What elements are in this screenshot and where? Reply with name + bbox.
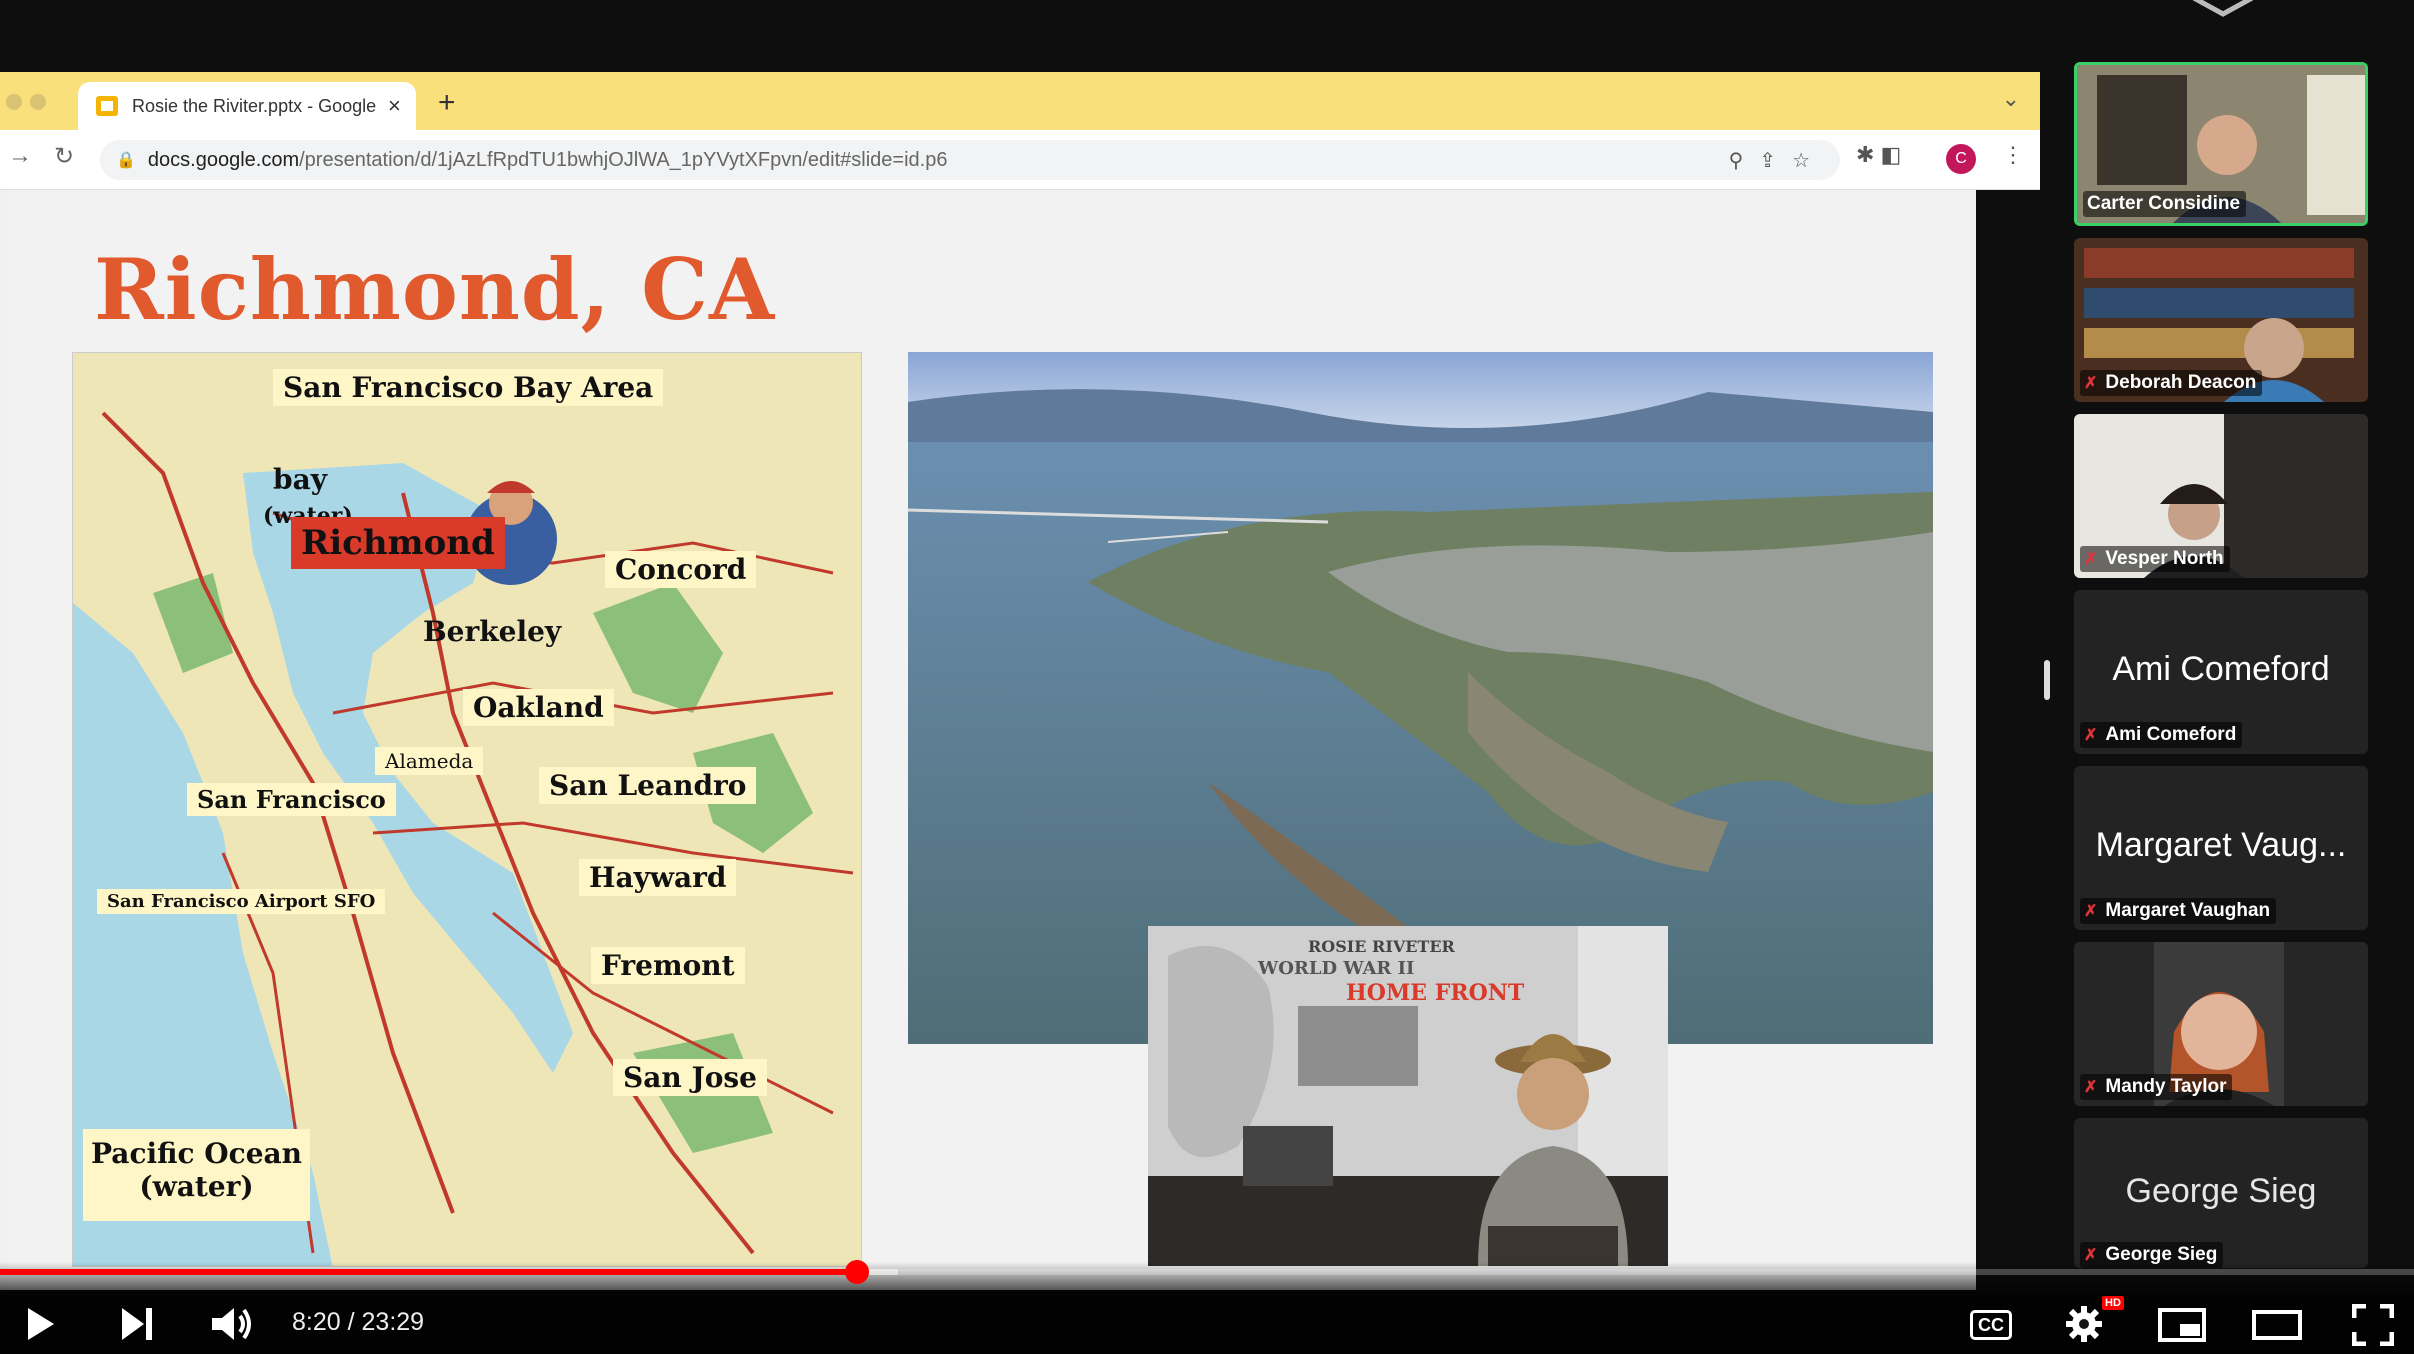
zoom-icon[interactable]: ⚲	[1729, 150, 1760, 172]
participant-tile[interactable]: Carter Considine	[2074, 62, 2368, 226]
participant-display-name: George Sieg	[2125, 1172, 2317, 1210]
muted-mic-icon: ✗	[2084, 1079, 2098, 1096]
participant-name-label: Carter Considine	[2083, 191, 2247, 217]
map-label-bay-area: San Francisco Bay Area	[273, 369, 664, 406]
slide-title: Richmond, CA	[94, 240, 776, 339]
participant-tile[interactable]: George Sieg ✗ George Sieg	[2074, 1118, 2368, 1268]
screen: Rosie the Riviter.pptx - Google × + ⌄ → …	[0, 0, 2414, 1354]
browser-window: Rosie the Riviter.pptx - Google × + ⌄ → …	[0, 72, 2040, 190]
panel-resize-handle[interactable]	[2044, 660, 2050, 700]
extensions-puzzle-icon[interactable]: ✱ ◧	[1856, 142, 1901, 168]
participant-tile[interactable]: ✗ Mandy Taylor	[2074, 942, 2368, 1106]
map-label-berkeley: Berkeley	[423, 615, 562, 648]
map-label-pacific-water: (water)	[139, 1170, 254, 1203]
map-label-oakland: Oakland	[463, 689, 614, 726]
participant-name-label: ✗ Mandy Taylor	[2080, 1074, 2233, 1100]
muted-mic-icon: ✗	[2084, 727, 2098, 744]
sign-line-2: WORLD WAR II	[1257, 958, 1414, 979]
scrubber-handle[interactable]	[845, 1260, 869, 1284]
muted-mic-icon: ✗	[2084, 903, 2098, 920]
reload-icon[interactable]: ↻	[54, 142, 74, 171]
slide: Richmond, CA San Francisco Bay Area bay …	[8, 190, 1976, 1290]
map-label-san-leandro: San Leandro	[539, 767, 757, 804]
muted-mic-icon: ✗	[2084, 551, 2098, 568]
profile-avatar[interactable]: C	[1946, 144, 1976, 174]
sign-line-3: HOME FRONT	[1346, 980, 1525, 1006]
forward-icon[interactable]: →	[8, 142, 32, 170]
play-icon[interactable]	[20, 1304, 60, 1344]
browser-tab[interactable]: Rosie the Riviter.pptx - Google ×	[78, 82, 416, 130]
sign-line-1: ROSIE RIVETER	[1308, 937, 1456, 956]
lock-icon: 🔒	[116, 152, 136, 169]
close-overlay-icon[interactable]	[2190, 0, 2256, 20]
map-label-pacific-ocean: Pacific Ocean (water)	[83, 1129, 311, 1221]
map-label-alameda: Alameda	[375, 747, 484, 775]
map-label-san-jose: San Jose	[613, 1059, 767, 1096]
participant-tile[interactable]: ✗ Deborah Deacon	[2074, 238, 2368, 402]
window-controls[interactable]	[6, 94, 54, 115]
map-label-fremont: Fremont	[591, 947, 745, 984]
ranger-photo: ROSIE RIVETER WORLD WAR II HOME FRONT	[1148, 926, 1668, 1266]
participant-name-label: ✗ Deborah Deacon	[2080, 370, 2263, 396]
tab-close-icon[interactable]: ×	[388, 93, 401, 119]
map-label-hayward: Hayward	[579, 859, 737, 896]
theater-mode-icon[interactable]	[2252, 1308, 2302, 1342]
volume-icon[interactable]	[210, 1304, 256, 1344]
url-text: docs.google.com/presentation/d/1jAzLfRpd…	[147, 148, 948, 171]
tab-title: Rosie the Riviter.pptx - Google	[132, 95, 377, 116]
bookmark-star-icon[interactable]: ☆	[1792, 150, 1826, 172]
map-label-bay: bay	[273, 463, 327, 496]
map-label-concord: Concord	[605, 551, 757, 588]
settings-gear-icon[interactable]	[2064, 1304, 2104, 1344]
next-icon[interactable]	[118, 1306, 158, 1342]
participant-name-label: ✗ Ami Comeford	[2080, 722, 2243, 748]
miniplayer-icon[interactable]	[2158, 1308, 2206, 1342]
fullscreen-icon[interactable]	[2352, 1304, 2394, 1346]
participant-tile[interactable]: ✗ Vesper North	[2074, 414, 2368, 578]
address-bar[interactable]: 🔒 docs.google.com/presentation/d/1jAzLfR…	[100, 140, 1840, 180]
map-label-sf-airport: San Francisco Airport SFO	[97, 889, 386, 914]
slide-viewport: Richmond, CA San Francisco Bay Area bay …	[0, 190, 1976, 1290]
map-label-san-francisco: San Francisco	[187, 783, 396, 816]
browser-menu-icon[interactable]: ⋮	[2002, 142, 2024, 168]
map-label-pacific-ocean-name: Pacific Ocean	[91, 1137, 303, 1170]
participant-tile[interactable]: Margaret Vaug... ✗ Margaret Vaughan	[2074, 766, 2368, 930]
tab-search-chevron-icon[interactable]: ⌄	[2002, 86, 2020, 112]
slides-favicon-icon	[96, 96, 118, 116]
participant-name-label: ✗ Vesper North	[2080, 546, 2230, 572]
participant-name-label: ✗ Margaret Vaughan	[2080, 898, 2277, 924]
tab-strip: Rosie the Riviter.pptx - Google × + ⌄	[0, 72, 2040, 130]
share-icon[interactable]: ⇪	[1759, 150, 1792, 172]
muted-mic-icon: ✗	[2084, 375, 2098, 392]
new-tab-button[interactable]: +	[438, 86, 456, 120]
time-display: 8:20 / 23:29	[292, 1308, 425, 1336]
played-range	[0, 1269, 857, 1275]
participant-display-name: Margaret Vaug...	[2095, 826, 2347, 864]
toolbar: → ↻ 🔒 docs.google.com/presentation/d/1jA…	[0, 130, 2040, 190]
bay-area-map: San Francisco Bay Area bay (water) Richm…	[72, 352, 862, 1267]
progress-bar[interactable]	[0, 1269, 2414, 1275]
participant-tile[interactable]: Ami Comeford ✗ Ami Comeford	[2074, 590, 2368, 754]
map-label-richmond: Richmond	[291, 517, 505, 569]
ranger-photo-graphic: ROSIE RIVETER WORLD WAR II HOME FRONT	[1148, 926, 1668, 1266]
participant-display-name: Ami Comeford	[2112, 650, 2330, 688]
captions-button[interactable]: CC	[1970, 1310, 2012, 1340]
hd-badge: HD	[2102, 1296, 2124, 1310]
